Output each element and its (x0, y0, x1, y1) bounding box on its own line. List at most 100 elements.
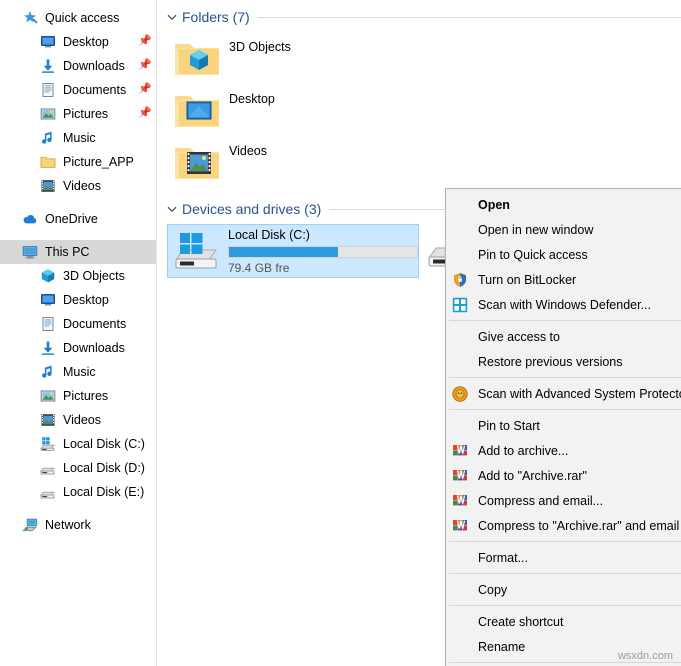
sidebar-item-videos[interactable]: Videos (0, 408, 156, 432)
pin-icon[interactable]: 📌 (138, 60, 152, 72)
group-divider-line (257, 16, 681, 18)
drive-icon (40, 460, 56, 476)
pin-icon[interactable]: 📌 (138, 36, 152, 48)
windows-drive-icon (174, 230, 222, 272)
menu-item-scan-with-windows-defender[interactable]: Scan with Windows Defender... (446, 292, 681, 317)
drive-free-space: 79.4 GB fre (228, 260, 290, 275)
sidebar-item-network[interactable]: Network (0, 513, 156, 537)
sidebar-item-desktop[interactable]: Desktop (0, 288, 156, 312)
sidebar-item-downloads[interactable]: Downloads 📌 (0, 54, 156, 78)
sidebar-item-label: Downloads (63, 340, 125, 355)
menu-item-label: Create shortcut (478, 614, 564, 629)
menu-item-create-shortcut[interactable]: Create shortcut (446, 609, 681, 634)
menu-item-label: Add to "Archive.rar" (478, 468, 587, 483)
folder-tile[interactable]: Desktop (167, 84, 435, 136)
menu-item-label: Open (478, 197, 510, 212)
sidebar-item-picture-app[interactable]: Picture_APP (0, 150, 156, 174)
menu-item-compress-and-email[interactable]: Compress and email... (446, 488, 681, 513)
sidebar-item-documents[interactable]: Documents 📌 (0, 78, 156, 102)
menu-item-compress-to-archive-rar-and-email[interactable]: Compress to "Archive.rar" and email (446, 513, 681, 538)
sidebar-item-music[interactable]: Music (0, 126, 156, 150)
sidebar-item-label: Videos (63, 178, 101, 193)
menu-item-give-access-to[interactable]: Give access to› (446, 324, 681, 349)
folder-tile[interactable]: Videos (167, 136, 435, 188)
folder-tile-label: 3D Objects (229, 40, 291, 54)
pin-icon[interactable]: 📌 (138, 108, 152, 120)
sidebar-item-pictures[interactable]: Pictures 📌 (0, 102, 156, 126)
network-icon (22, 517, 38, 533)
sidebar-item-quick-access[interactable]: Quick access (0, 6, 156, 30)
bitlocker-shield-icon (452, 272, 468, 288)
sidebar-item-documents[interactable]: Documents (0, 312, 156, 336)
pin-icon[interactable]: 📌 (138, 84, 152, 96)
sidebar-item-label: OneDrive (45, 211, 98, 226)
sidebar-item-videos[interactable]: Videos (0, 174, 156, 198)
menu-item-icon-placeholder (452, 418, 468, 434)
menu-item-pin-to-start[interactable]: Pin to Start (446, 413, 681, 438)
menu-item-add-to-archive-rar[interactable]: Add to "Archive.rar" (446, 463, 681, 488)
sidebar-item-this-pc[interactable]: This PC (0, 240, 156, 264)
navigation-pane: Quick access Desktop 📌 Downloads 📌 Documents 📌… (0, 0, 157, 666)
sidebar-item-label: Picture_APP (63, 154, 134, 169)
folder-icon (40, 154, 56, 170)
sidebar-item-label: Downloads (63, 58, 125, 73)
sidebar-item-label: Documents (63, 316, 127, 331)
context-menu[interactable]: Open Open in new window Pin to Quick acces… (445, 188, 681, 666)
sidebar-item-local-disk-c-[interactable]: Local Disk (C:) (0, 432, 156, 456)
menu-item-label: Rename (478, 639, 526, 654)
sidebar-item-downloads[interactable]: Downloads (0, 336, 156, 360)
computer-icon (22, 244, 38, 260)
menu-item-add-to-archive[interactable]: Add to archive... (446, 438, 681, 463)
menu-item-label: Give access to (478, 329, 560, 344)
sidebar-item-local-disk-e-[interactable]: Local Disk (E:) (0, 480, 156, 504)
sidebar-item-desktop[interactable]: Desktop 📌 (0, 30, 156, 54)
sidebar-item-label: Network (45, 517, 91, 532)
sidebar-item-pictures[interactable]: Pictures (0, 384, 156, 408)
videos-icon (40, 178, 56, 194)
menu-item-label: Copy (478, 582, 508, 597)
menu-item-format[interactable]: Format... (446, 545, 681, 570)
sidebar-item-onedrive[interactable]: OneDrive (0, 207, 156, 231)
menu-separator (449, 662, 681, 663)
3d-objects-icon (40, 268, 56, 284)
menu-item-label: Compress and email... (478, 493, 604, 508)
music-icon (40, 364, 56, 380)
sidebar-item-label: 3D Objects (63, 268, 125, 283)
menu-item-open-in-new-window[interactable]: Open in new window (446, 217, 681, 242)
sidebar-item-label: Videos (63, 412, 101, 427)
winrar-icon (452, 518, 468, 534)
menu-item-restore-previous-versions[interactable]: Restore previous versions (446, 349, 681, 374)
drive-label: Local Disk (C:) (228, 227, 310, 242)
download-icon (40, 340, 56, 356)
drive-tile[interactable]: Local Disk (C:) 79.4 GB fre (167, 224, 419, 278)
menu-item-scan-with-advanced-system-protector[interactable]: Scan with Advanced System Protector (446, 381, 681, 406)
menu-item-pin-to-quick-access[interactable]: Pin to Quick access (446, 242, 681, 267)
folders-group-header[interactable]: Folders (7) (157, 6, 681, 28)
sidebar-item-local-disk-d-[interactable]: Local Disk (D:) (0, 456, 156, 480)
drive-capacity-bar (228, 245, 418, 258)
folder-videos-icon (173, 140, 221, 184)
sidebar-item-3d-objects[interactable]: 3D Objects (0, 264, 156, 288)
sidebar-item-label: Desktop (63, 292, 109, 307)
star-pin-icon (22, 10, 38, 26)
winrar-icon (452, 443, 468, 459)
menu-separator (449, 409, 681, 410)
folder-tile[interactable]: 3D Objects (167, 32, 435, 84)
folders-grid: 3D Objects Desktop Videos (157, 28, 681, 188)
menu-separator (449, 541, 681, 542)
menu-item-icon-placeholder (452, 247, 468, 263)
desktop-icon (40, 34, 56, 50)
menu-item-copy[interactable]: Copy (446, 577, 681, 602)
menu-item-open[interactable]: Open (446, 192, 681, 217)
folder-tile-label: Videos (229, 144, 267, 158)
sidebar-item-music[interactable]: Music (0, 360, 156, 384)
menu-item-turn-on-bitlocker[interactable]: Turn on BitLocker (446, 267, 681, 292)
menu-item-label: Scan with Advanced System Protector (478, 386, 681, 401)
menu-item-icon-placeholder (452, 329, 468, 345)
winrar-icon (452, 493, 468, 509)
windows-drive-icon (40, 436, 56, 452)
menu-item-icon-placeholder (452, 639, 468, 655)
documents-icon (40, 316, 56, 332)
